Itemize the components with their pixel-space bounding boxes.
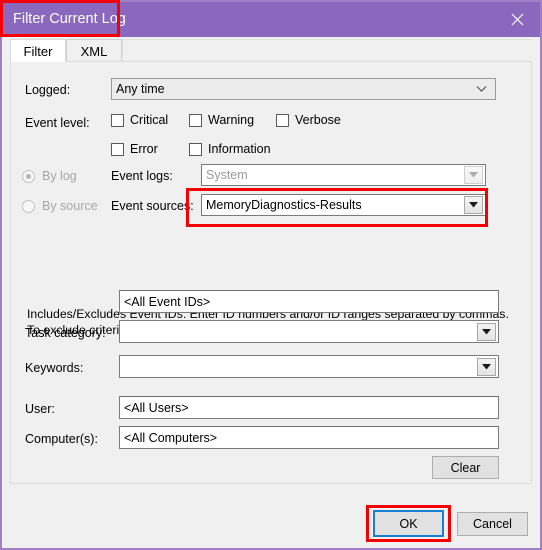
event-logs-combobox[interactable]: System xyxy=(201,164,486,186)
checkbox-warning[interactable]: Warning xyxy=(189,113,254,127)
task-category-combobox[interactable] xyxy=(119,320,499,343)
keywords-combobox[interactable] xyxy=(119,355,499,378)
dropdown-arrow-icon[interactable] xyxy=(464,166,483,184)
checkbox-critical-box xyxy=(111,113,124,127)
cancel-button[interactable]: Cancel xyxy=(457,512,528,536)
logged-label: Logged: xyxy=(25,83,71,97)
user-label: User: xyxy=(25,402,55,416)
logged-value: Any time xyxy=(116,82,165,96)
radio-by-log-label: By log xyxy=(42,169,77,183)
tab-seam xyxy=(11,61,65,62)
tab-filter-label: Filter xyxy=(23,43,53,59)
radio-by-source-circle xyxy=(22,199,35,213)
logged-combobox[interactable]: Any time xyxy=(111,78,496,100)
cancel-button-label: Cancel xyxy=(473,517,512,531)
checkbox-information-label: Information xyxy=(208,142,271,156)
filter-current-log-dialog: Filter Current Log Filter XML Logged: An… xyxy=(0,0,542,550)
tab-strip: Filter XML xyxy=(10,39,532,62)
event-ids-input[interactable]: <All Event IDs> xyxy=(119,290,499,313)
radio-by-source-label: By source xyxy=(42,199,98,213)
tab-filter[interactable]: Filter xyxy=(10,39,66,62)
clear-button-label: Clear xyxy=(450,460,481,475)
computers-label: Computer(s): xyxy=(25,432,98,446)
event-ids-value: <All Event IDs> xyxy=(124,294,211,309)
tab-xml-label: XML xyxy=(80,43,108,59)
checkbox-verbose[interactable]: Verbose xyxy=(276,113,341,127)
window-title: Filter Current Log xyxy=(13,11,126,27)
checkbox-warning-box xyxy=(189,113,202,127)
checkbox-warning-label: Warning xyxy=(208,113,255,127)
clear-button[interactable]: Clear xyxy=(432,456,499,479)
dropdown-arrow-icon[interactable] xyxy=(477,357,496,376)
checkbox-critical[interactable]: Critical xyxy=(111,113,168,127)
tab-strip-filler xyxy=(122,39,532,62)
computers-value: <All Computers> xyxy=(124,430,218,445)
radio-by-source[interactable]: By source xyxy=(22,199,98,213)
user-input[interactable]: <All Users> xyxy=(119,396,499,419)
title-bar: Filter Current Log xyxy=(2,2,540,37)
checkbox-error-box xyxy=(111,142,124,156)
radio-by-log[interactable]: By log xyxy=(22,169,77,183)
event-sources-combobox[interactable]: MemoryDiagnostics-Results xyxy=(201,194,486,216)
event-sources-label: Event sources: xyxy=(111,199,194,213)
ok-button-label: OK xyxy=(399,516,418,531)
chevron-down-icon xyxy=(476,86,487,93)
checkbox-critical-label: Critical xyxy=(130,113,169,127)
event-logs-label: Event logs: xyxy=(111,169,173,183)
ok-button[interactable]: OK xyxy=(373,510,444,537)
checkbox-error-label: Error xyxy=(130,142,158,156)
checkbox-verbose-label: Verbose xyxy=(295,113,341,127)
radio-by-log-circle xyxy=(22,169,35,183)
dropdown-arrow-icon[interactable] xyxy=(464,196,483,214)
keywords-label: Keywords: xyxy=(25,361,84,375)
event-sources-value: MemoryDiagnostics-Results xyxy=(206,198,362,212)
event-logs-value: System xyxy=(206,168,248,182)
tab-xml[interactable]: XML xyxy=(66,39,122,62)
checkbox-error[interactable]: Error xyxy=(111,142,158,156)
task-category-label: Task category: xyxy=(25,326,106,340)
filter-tab-panel: Logged: Any time Event level: Critical W… xyxy=(10,61,532,484)
dropdown-arrow-icon[interactable] xyxy=(477,322,496,341)
user-value: <All Users> xyxy=(124,400,189,415)
checkbox-verbose-box xyxy=(276,113,289,127)
checkbox-information-box xyxy=(189,142,202,156)
computers-input[interactable]: <All Computers> xyxy=(119,426,499,449)
event-level-label: Event level: xyxy=(25,116,90,130)
close-icon[interactable] xyxy=(494,2,540,37)
checkbox-information[interactable]: Information xyxy=(189,142,271,156)
